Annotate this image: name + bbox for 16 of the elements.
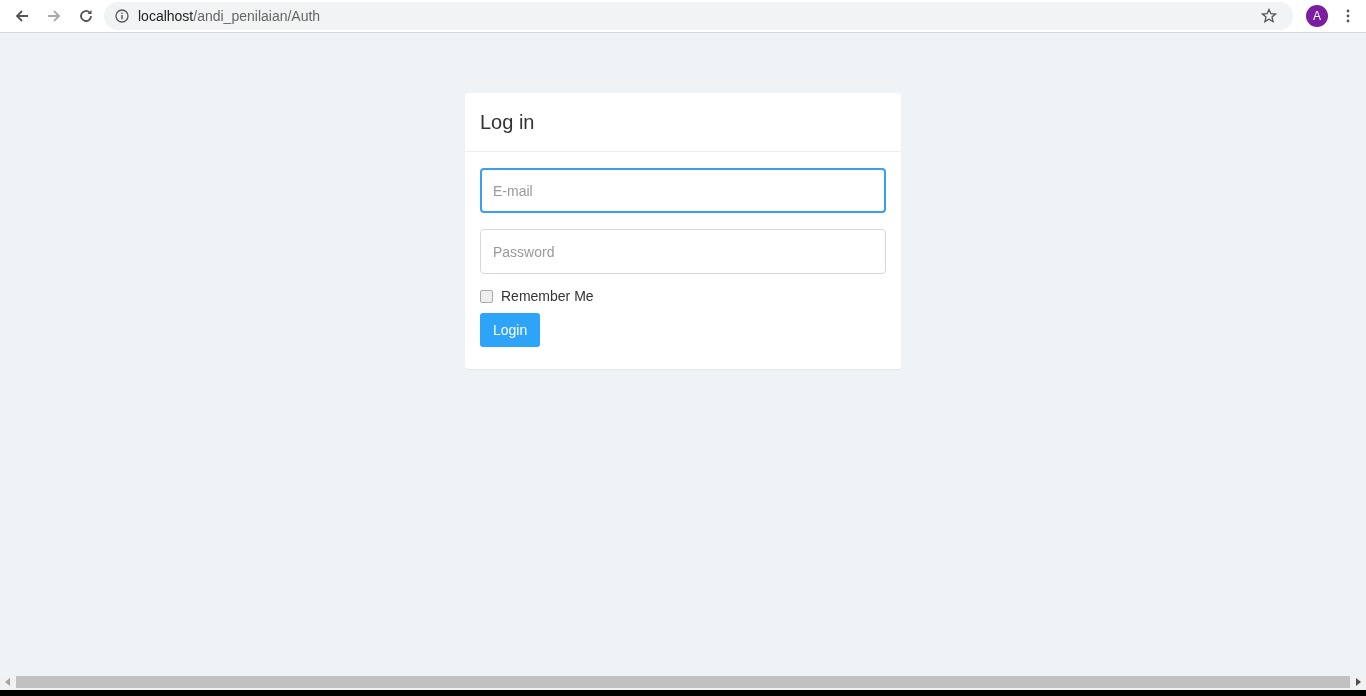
reload-icon[interactable]	[78, 8, 94, 24]
address-bar[interactable]: localhost/andi_penilaian/Auth	[104, 2, 1293, 30]
back-icon[interactable]	[14, 8, 30, 24]
remember-label[interactable]: Remember Me	[501, 288, 594, 304]
remember-checkbox[interactable]	[480, 289, 493, 303]
scroll-right-icon[interactable]	[1355, 678, 1361, 686]
scrollbar-thumb[interactable]	[16, 676, 1350, 688]
menu-icon[interactable]	[1346, 9, 1350, 23]
input-field[interactable]: E-mail	[480, 168, 886, 213]
url-host: localhost	[138, 8, 194, 24]
star-icon[interactable]	[1261, 8, 1277, 24]
horizontal-scrollbar[interactable]	[0, 674, 1366, 690]
info-icon[interactable]	[115, 9, 129, 23]
profile-avatar[interactable]: A	[1306, 5, 1328, 27]
card-title: Log in	[480, 110, 535, 134]
url-path: /andi_penilaian/Auth	[193, 8, 322, 24]
